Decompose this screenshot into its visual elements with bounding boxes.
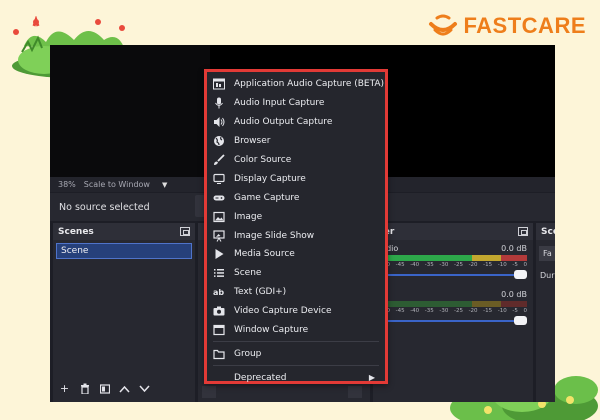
text-icon: ab: [212, 287, 225, 297]
mixer-dock-header: ker: [373, 223, 533, 240]
scene-transitions-dock: Sce Fa Dura: [536, 223, 555, 402]
brush-icon: [212, 154, 225, 166]
menu-item-text-gdi[interactable]: ab Text (GDI+): [207, 283, 385, 302]
menu-item-application-audio-capture[interactable]: Application Audio Capture (BETA): [207, 75, 385, 94]
scene-item-label: Scene: [61, 246, 89, 256]
menu-item-window-capture[interactable]: Window Capture: [207, 321, 385, 340]
volume-slider-handle[interactable]: [514, 316, 527, 325]
filter-icon[interactable]: [97, 381, 112, 396]
zoom-level: 38%: [58, 180, 76, 189]
volume-slider[interactable]: [381, 316, 527, 325]
duration-label: Dura: [540, 271, 555, 280]
image-icon: [212, 211, 225, 223]
source-settings-button[interactable]: [348, 386, 362, 398]
audio-mixer-dock: ker udio 0.0 dB -50-45-40-35-30-25-20-15…: [373, 223, 533, 402]
mixer-channel: 0.0 dB -50-45-40-35-30-25-20-15-10-50: [373, 286, 533, 325]
list-icon: [212, 267, 225, 279]
globe-icon: [212, 135, 225, 147]
volume-meter: [381, 301, 527, 307]
add-scene-icon[interactable]: +: [57, 381, 72, 396]
move-down-icon[interactable]: [137, 381, 152, 396]
menu-item-display-capture[interactable]: Display Capture: [207, 169, 385, 188]
menu-item-game-capture[interactable]: Game Capture: [207, 188, 385, 207]
gamepad-icon: [212, 192, 225, 204]
move-up-icon[interactable]: [117, 381, 132, 396]
fastcare-logo-icon: [429, 14, 458, 36]
camera-icon: [212, 305, 225, 317]
microphone-icon: [212, 97, 225, 109]
no-source-label: No source selected: [59, 201, 150, 213]
volume-slider-handle[interactable]: [514, 270, 527, 279]
scenes-toolbar: +: [57, 381, 152, 396]
window-icon: [212, 324, 225, 336]
undock-icon[interactable]: [180, 227, 190, 236]
undock-icon[interactable]: [518, 227, 528, 236]
submenu-arrow-icon: ▶: [368, 373, 375, 383]
transition-select[interactable]: Fa: [539, 246, 555, 261]
menu-item-deprecated[interactable]: Deprecated ▶: [207, 368, 385, 387]
volume-meter: [381, 255, 527, 261]
scale-mode-label[interactable]: Scale to Window: [84, 180, 150, 189]
meter-ticks: -50-45-40-35-30-25-20-15-10-50: [381, 308, 527, 314]
menu-item-video-capture-device[interactable]: Video Capture Device: [207, 302, 385, 321]
menu-item-color-source[interactable]: Color Source: [207, 151, 385, 170]
menu-item-scene[interactable]: Scene: [207, 264, 385, 283]
menu-item-media-source[interactable]: Media Source: [207, 245, 385, 264]
scenes-dock: Scenes Scene +: [53, 223, 195, 402]
menu-item-group[interactable]: Group: [207, 344, 385, 363]
meter-ticks: -50-45-40-35-30-25-20-15-10-50: [381, 262, 527, 268]
menu-item-audio-output-capture[interactable]: Audio Output Capture: [207, 113, 385, 132]
transitions-dock-header: Sce: [536, 223, 555, 240]
menu-separator: [213, 365, 379, 367]
menu-item-image[interactable]: Image: [207, 207, 385, 226]
speaker-icon: [212, 116, 225, 128]
volume-slider[interactable]: [381, 270, 527, 279]
scenes-title: Scenes: [58, 226, 94, 237]
slideshow-icon: [212, 229, 225, 242]
scene-list-item[interactable]: Scene: [56, 243, 192, 259]
channel-db: 0.0 dB: [501, 290, 527, 299]
mixer-channel: udio 0.0 dB -50-45-40-35-30-25-20-15-10-…: [373, 240, 533, 279]
play-icon: [212, 248, 225, 260]
add-source-context-menu: Application Audio Capture (BETA) Audio I…: [204, 69, 388, 384]
fastcare-logo: FASTCARE: [427, 12, 586, 40]
blank-icon: [212, 372, 225, 384]
caret-down-icon[interactable]: ▼: [162, 181, 167, 189]
app-audio-icon: [212, 78, 225, 90]
menu-item-browser[interactable]: Browser: [207, 132, 385, 151]
fastcare-logo-text: FASTCARE: [463, 13, 586, 38]
transitions-title: Sce: [541, 226, 555, 237]
channel-db: 0.0 dB: [501, 244, 527, 253]
monitor-icon: [212, 173, 225, 185]
menu-item-image-slide-show[interactable]: Image Slide Show: [207, 226, 385, 245]
menu-item-audio-input-capture[interactable]: Audio Input Capture: [207, 94, 385, 113]
trash-icon[interactable]: [77, 381, 92, 396]
add-source-button[interactable]: [202, 386, 216, 398]
scenes-dock-header: Scenes: [53, 223, 195, 240]
folder-icon: [212, 348, 225, 360]
menu-separator: [213, 341, 379, 343]
